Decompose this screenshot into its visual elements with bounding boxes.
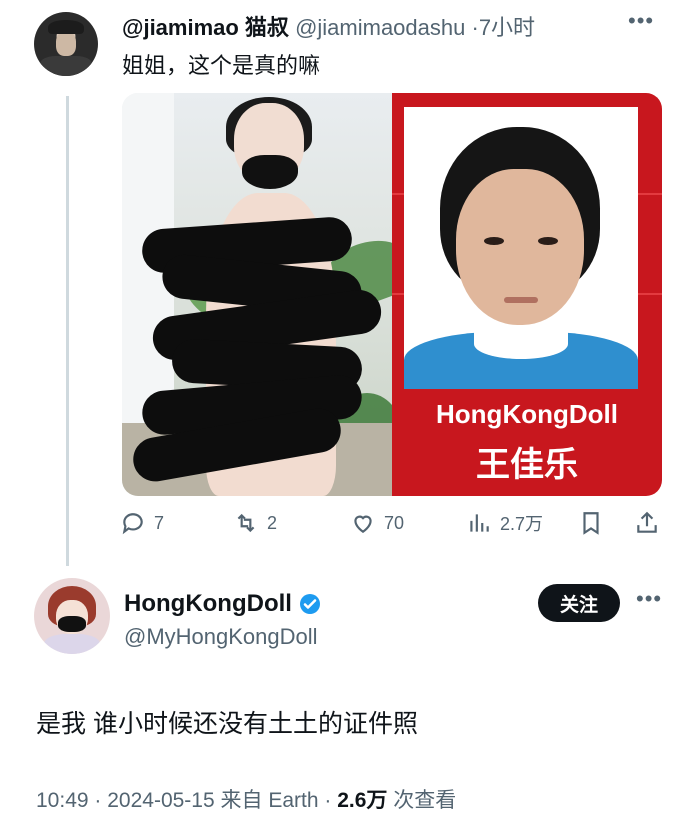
avatar-hongkongdoll[interactable] <box>34 578 110 654</box>
media-photo-id-card[interactable]: HongKongDoll 王佳乐 <box>392 93 662 496</box>
tweet1-handle[interactable]: @jiamimaodashu <box>295 15 465 40</box>
like-count: 70 <box>384 512 405 533</box>
tweet2-views-label: 次查看 <box>393 789 457 812</box>
tweet2-display-name-row: HongKongDoll <box>124 590 322 618</box>
views-count: 2.7万 <box>500 514 544 534</box>
like-button[interactable]: 70 <box>350 510 404 536</box>
tweet2-time[interactable]: 10:49 <box>36 789 89 812</box>
like-icon <box>354 515 372 533</box>
id-card-caption-en: HongKongDoll <box>436 399 618 429</box>
share-icon <box>637 511 657 533</box>
tweet2-source: Earth <box>268 789 319 812</box>
follow-button[interactable]: 关注 <box>538 584 620 622</box>
id-card-caption-cn: 王佳乐 <box>476 446 578 484</box>
tweet2-views-count[interactable]: 2.6万 <box>337 789 387 812</box>
tweet2-more-icon[interactable]: ••• <box>636 586 662 612</box>
thread-connector-line <box>66 96 69 566</box>
reply-icon <box>122 513 143 535</box>
views-icon <box>470 514 489 532</box>
tweet1-text: 姐姐，这个是真的嘛 <box>122 53 321 78</box>
tweet2-text: 是我 谁小时候还没有土土的证件照 <box>36 710 418 738</box>
retweet-icon <box>237 513 255 533</box>
tweet1-action-bar: 7 2 70 2.7万 <box>120 510 665 540</box>
reply-button[interactable]: 7 <box>120 510 164 536</box>
verified-icon <box>299 594 320 614</box>
tweet1-media[interactable]: HongKongDoll 王佳乐 <box>122 93 662 496</box>
bookmark-icon <box>583 512 599 535</box>
retweet-count: 2 <box>267 512 278 533</box>
tweet1-separator: · <box>471 15 479 40</box>
tweet2-display-name[interactable]: HongKongDoll <box>124 590 292 618</box>
share-button[interactable] <box>634 510 660 536</box>
tweet1-display-name[interactable]: @jiamimao 猫叔 <box>122 15 289 40</box>
avatar-jiamimao[interactable] <box>34 12 98 76</box>
retweet-button[interactable]: 2 <box>233 510 277 536</box>
tweet2-source-prefix: 来自 <box>220 789 263 812</box>
tweet1-time[interactable]: 7小时 <box>479 15 535 40</box>
tweet1-more-icon[interactable]: ••• <box>628 8 654 34</box>
bookmark-button[interactable] <box>578 510 604 536</box>
tweet2-handle[interactable]: @MyHongKongDoll <box>124 624 318 650</box>
tweet2-date[interactable]: 2024-05-15 <box>107 789 214 812</box>
tweet1-header: @jiamimao 猫叔 @jiamimaodashu ·7小时 <box>122 10 535 42</box>
reply-count: 7 <box>154 512 165 533</box>
media-photo-left[interactable] <box>122 93 392 496</box>
id-photo <box>404 107 638 389</box>
tweet2-meta: 10:49 · 2024-05-15 来自 Earth · 2.6万 次查看 <box>36 789 457 812</box>
views-button[interactable]: 2.7万 <box>466 510 543 536</box>
